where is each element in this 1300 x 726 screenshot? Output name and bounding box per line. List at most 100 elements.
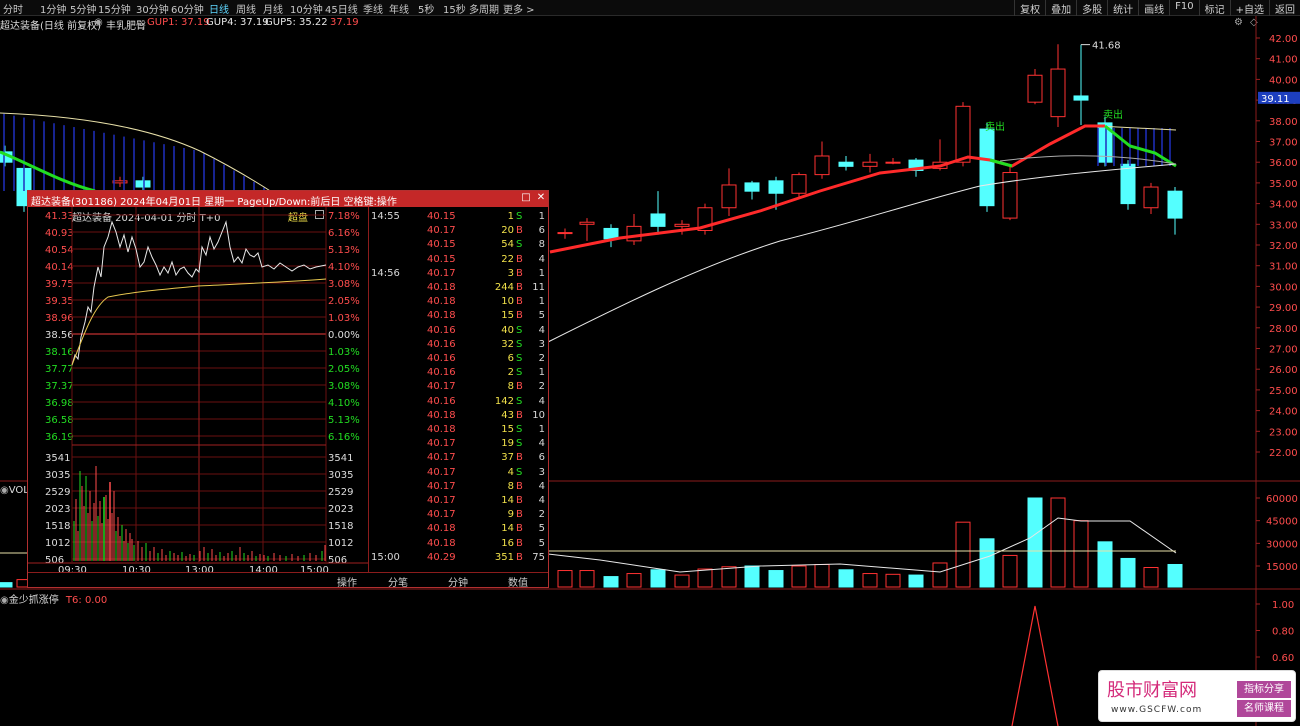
tick-row: 40.17 8 B 2	[369, 380, 549, 394]
tab-timeframe[interactable]: 45日线	[325, 1, 358, 16]
tick-price: 40.17	[427, 466, 456, 478]
intraday-chart[interactable]: 41.33 7.18% 40.93 6.16% 40.54 5.13% 40.14 4.10%…	[28, 207, 368, 572]
toolbar-button[interactable]: 画线	[1138, 0, 1169, 16]
close-icon[interactable]: ✕	[535, 192, 547, 204]
popup-bottom-bar: 操作 分笔 分钟 数值	[28, 572, 548, 589]
tab-timeframe[interactable]: 10分钟	[290, 1, 323, 16]
tab-timeframe[interactable]: 30分钟	[136, 1, 169, 16]
intraday-vol-tick: 2023	[328, 504, 353, 515]
toolbar-button[interactable]: F10	[1169, 0, 1198, 16]
tick-row: 40.17 9 B 2	[369, 508, 549, 522]
popup-title-bar[interactable]: 超达装备(301186) 2024年04月01日 星期一 PageUp/Down…	[28, 191, 548, 208]
tab-timeframe[interactable]: 15秒	[443, 1, 466, 16]
tick-volume: 40	[501, 324, 514, 336]
tick-row: 40.17 20 B 6	[369, 224, 549, 238]
tab-timeframe[interactable]: 多周期	[469, 1, 499, 16]
tick-row: 40.18 14 B 5	[369, 522, 549, 536]
tick-list[interactable]: 14:55 40.15 1 S 1 40.17 20 B 6 40.15 54 S 8 40.15 22 B 4…	[368, 207, 548, 572]
tab-timeframe[interactable]: 60分钟	[171, 1, 204, 16]
tick-row: 14:55 40.15 1 S 1	[369, 210, 549, 224]
period-toolbar: 分时 1分钟 5分钟 15分钟 30分钟 60分钟 日线 周线 月线 10分钟 45日线 季线 年线 5秒…	[0, 0, 1300, 16]
candle-body	[814, 155, 830, 176]
tick-count: 10	[532, 409, 545, 421]
price-tick-label: 25.00	[1269, 386, 1298, 397]
vol-dot-icon: ◉	[0, 485, 9, 496]
toolbar-button[interactable]: 统计	[1107, 0, 1138, 16]
volume-bar	[0, 582, 13, 588]
popup-tab-button[interactable]: 数值	[488, 574, 548, 589]
tick-price: 40.15	[427, 239, 456, 251]
tick-price: 40.16	[427, 395, 456, 407]
price-tick-label: 42.00	[1269, 34, 1298, 45]
popup-tab-button[interactable]: 操作	[328, 574, 366, 589]
intraday-time-tick: 15:00	[300, 565, 329, 572]
tick-volume: 8	[507, 381, 514, 393]
tick-count: 4	[538, 324, 545, 336]
vol-tick-label: 45000	[1266, 517, 1298, 528]
volume-bar	[1050, 497, 1066, 588]
toolbar-button[interactable]: 叠加	[1045, 0, 1076, 16]
tab-timeframe[interactable]: 季线	[363, 1, 383, 16]
popup-tab-button[interactable]: 分笔	[368, 574, 428, 589]
intraday-vol-tick: 3035	[45, 470, 70, 481]
tab-timeframe[interactable]: 年线	[389, 1, 409, 16]
intraday-price-tick: 38.16	[45, 347, 74, 358]
tick-side: S	[516, 424, 523, 435]
intraday-price-tick: 39.75	[45, 279, 74, 290]
toolbar-button[interactable]: 多股	[1076, 0, 1107, 16]
tab-timeframe[interactable]: 分时	[3, 1, 23, 16]
tick-count: 4	[538, 395, 545, 407]
tick-volume: 15	[501, 424, 514, 435]
volume-bar	[838, 569, 854, 588]
tick-count: 1	[538, 296, 545, 308]
tick-row: 40.17 4 S 3	[369, 466, 549, 480]
toolbar-button[interactable]: +自选	[1229, 0, 1269, 16]
candle-body	[1167, 190, 1183, 219]
tick-side: B	[516, 509, 523, 521]
toolbar-button[interactable]: 复权	[1014, 0, 1045, 16]
toolbar-button[interactable]: 标记	[1198, 0, 1230, 16]
tab-timeframe[interactable]: 5分钟	[70, 1, 96, 16]
tab-timeframe[interactable]: 5秒	[418, 1, 434, 16]
maximize-icon[interactable]: □	[520, 192, 532, 204]
tab-timeframe[interactable]: 日线	[209, 1, 229, 16]
tab-timeframe[interactable]: 月线	[263, 1, 283, 16]
tick-row: 40.18 10 B 1	[369, 295, 549, 309]
popup-tab-button[interactable]: 分钟	[428, 574, 488, 589]
intraday-pct-tick: 0.00%	[328, 330, 360, 341]
tick-count: 5	[538, 310, 545, 322]
volume-bar	[697, 568, 713, 588]
candle-body	[862, 161, 878, 167]
watermark-tag-indicators: 指标分享	[1237, 681, 1291, 698]
tab-timeframe[interactable]: 周线	[236, 1, 256, 16]
tick-count: 3	[538, 466, 545, 478]
candle-body	[791, 174, 807, 194]
sell-signal-label: 卖出	[1103, 108, 1123, 121]
tab-timeframe[interactable]: 更多 >	[503, 1, 535, 16]
intraday-vol-tick: 3541	[328, 453, 353, 464]
toolbar-button[interactable]: 返回	[1269, 0, 1300, 16]
intraday-popup[interactable]: 超达装备(301186) 2024年04月01日 星期一 PageUp/Down…	[27, 190, 549, 589]
volume-bar	[650, 569, 666, 588]
intraday-price-tick: 38.56	[45, 330, 74, 341]
volume-bar	[579, 570, 595, 588]
tick-side: B	[516, 296, 523, 308]
candle-body	[603, 227, 619, 240]
tick-row: 40.16 6 S 2	[369, 352, 549, 366]
intraday-time-tick: 09:30	[58, 565, 87, 572]
tick-row: 40.17 14 B 4	[369, 494, 549, 508]
tick-count: 4	[538, 253, 545, 265]
tab-timeframe[interactable]: 1分钟	[40, 1, 66, 16]
watermark-name: 股市财富网	[1107, 680, 1197, 701]
tick-row: 40.17 19 S 4	[369, 437, 549, 451]
ma-white-line	[547, 163, 1177, 343]
intraday-vol-tick: 3035	[328, 470, 353, 481]
tick-volume: 8	[507, 480, 514, 492]
candle-body	[885, 161, 901, 164]
candle-body	[579, 221, 595, 225]
volume-bar	[1097, 541, 1113, 588]
volume-bar	[979, 538, 995, 588]
tab-timeframe[interactable]: 15分钟	[98, 1, 131, 16]
volume-bar	[908, 574, 924, 588]
intraday-pct-tick: 3.08%	[328, 279, 360, 290]
